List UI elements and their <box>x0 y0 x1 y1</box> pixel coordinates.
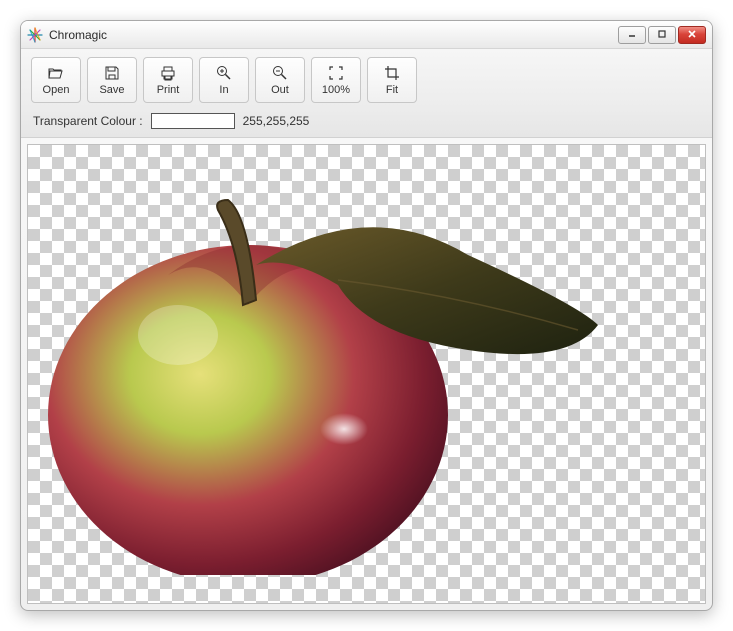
window-title: Chromagic <box>49 28 107 42</box>
transparent-colour-value: 255,255,255 <box>243 114 310 128</box>
folder-open-icon <box>47 64 65 82</box>
app-window: Chromagic Open <box>20 20 713 611</box>
open-label: Open <box>43 85 70 96</box>
save-button[interactable]: Save <box>87 57 137 103</box>
chromagic-logo-icon <box>27 27 43 43</box>
window-controls <box>618 26 706 44</box>
save-label: Save <box>99 85 124 96</box>
print-label: Print <box>157 85 180 96</box>
crop-icon <box>383 64 401 82</box>
close-icon <box>687 27 697 42</box>
transparent-colour-label: Transparent Colour : <box>33 114 143 128</box>
minimize-icon <box>627 27 637 42</box>
fit-label: Fit <box>386 85 398 96</box>
magnifier-minus-icon <box>271 64 289 82</box>
image-canvas[interactable] <box>27 144 706 604</box>
zoom-out-label: Out <box>271 85 289 96</box>
magnifier-plus-icon <box>215 64 233 82</box>
minimize-button[interactable] <box>618 26 646 44</box>
printer-icon <box>159 64 177 82</box>
close-button[interactable] <box>678 26 706 44</box>
print-button[interactable]: Print <box>143 57 193 103</box>
transparent-colour-swatch[interactable] <box>151 113 235 129</box>
maximize-button[interactable] <box>648 26 676 44</box>
zoom-in-button[interactable]: In <box>199 57 249 103</box>
fit-button[interactable]: Fit <box>367 57 417 103</box>
zoom-in-label: In <box>219 85 228 96</box>
zoom-100-label: 100% <box>322 85 350 96</box>
expand-corners-icon <box>327 64 345 82</box>
toolbar: Open Save Print In Out <box>21 49 712 109</box>
open-button[interactable]: Open <box>31 57 81 103</box>
floppy-disk-icon <box>103 64 121 82</box>
maximize-icon <box>657 27 667 42</box>
titlebar[interactable]: Chromagic <box>21 21 712 49</box>
zoom-100-button[interactable]: 100% <box>311 57 361 103</box>
canvas-image <box>38 155 618 575</box>
transparent-colour-bar: Transparent Colour : 255,255,255 <box>21 109 712 138</box>
zoom-out-button[interactable]: Out <box>255 57 305 103</box>
